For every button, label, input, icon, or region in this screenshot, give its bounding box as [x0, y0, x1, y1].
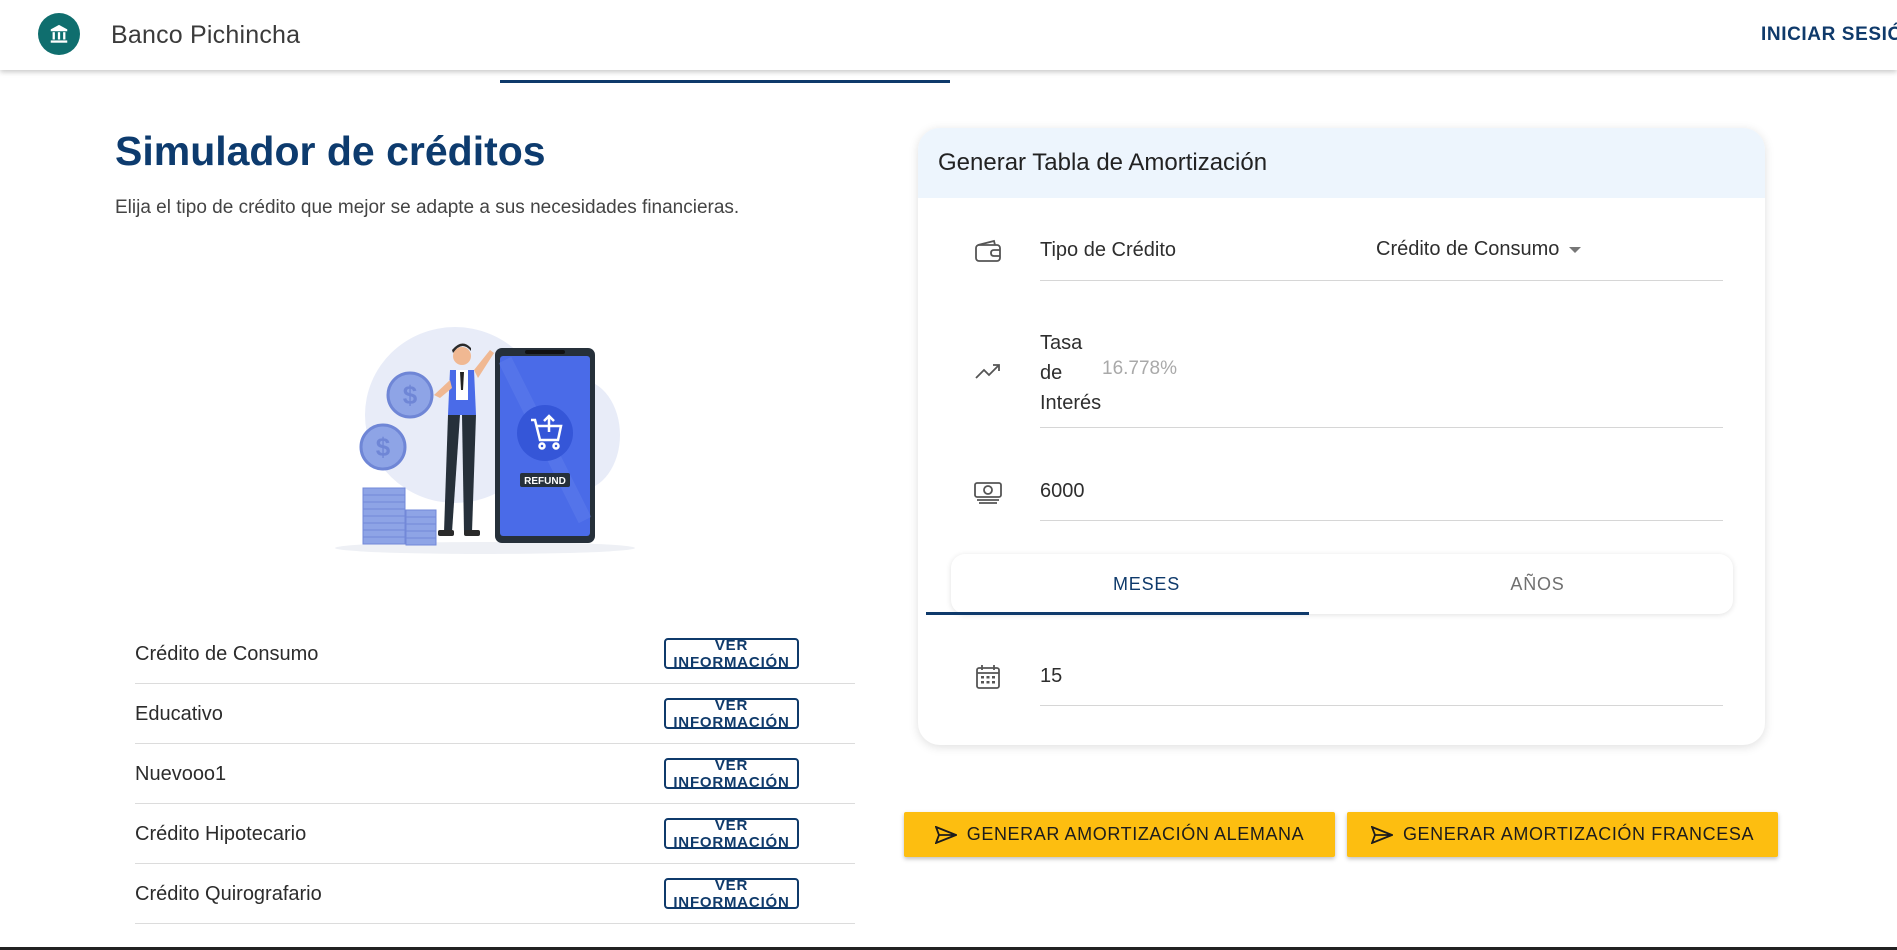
generate-german-amortization-button[interactable]: GENERAR AMORTIZACIÓN ALEMANA: [904, 812, 1335, 857]
credit-name: Crédito de Consumo: [135, 643, 319, 665]
amount-divider: [1040, 520, 1723, 521]
list-item: Crédito Quirografario VER INFORMACIÓN: [135, 864, 855, 924]
credit-name: Crédito Hipotecario: [135, 823, 307, 845]
send-icon: [934, 825, 957, 844]
bank-icon[interactable]: [38, 13, 80, 55]
tab-years[interactable]: AÑOS: [1342, 554, 1733, 614]
list-item: Educativo VER INFORMACIÓN: [135, 684, 855, 744]
refund-label: REFUND: [524, 476, 566, 487]
credit-type-divider: [1040, 280, 1723, 281]
credit-name: Crédito Quirografario: [135, 883, 322, 905]
brand-name: Banco Pichincha: [111, 21, 301, 49]
top-app-bar: Banco Pichincha INICIAR SESIÓN: [0, 0, 1897, 70]
wallet-icon: [973, 236, 1003, 266]
list-item: Crédito Hipotecario VER INFORMACIÓN: [135, 804, 855, 864]
generate-french-label: GENERAR AMORTIZACIÓN FRANCESA: [1402, 824, 1755, 844]
page-subtitle: Elija el tipo de crédito que mejor se ad…: [115, 197, 740, 218]
nav-active-indicator: [500, 80, 950, 83]
tab-months[interactable]: MESES: [951, 554, 1342, 614]
credit-list: Crédito de Consumo VER INFORMACIÓN Educa…: [135, 624, 855, 924]
list-item: Nuevooo1 VER INFORMACIÓN: [135, 744, 855, 804]
chevron-down-icon: [1569, 246, 1582, 253]
generate-french-amortization-button[interactable]: GENERAR AMORTIZACIÓN FRANCESA: [1347, 812, 1778, 857]
login-button[interactable]: INICIAR SESIÓN: [1761, 24, 1897, 46]
credit-type-value: Crédito de Consumo: [1376, 238, 1560, 260]
money-icon: [973, 477, 1003, 507]
credit-type-select[interactable]: Crédito de Consumo: [1376, 238, 1582, 261]
amortization-card: Generar Tabla de Amortización Tipo de Cr…: [918, 128, 1765, 745]
generate-german-label: GENERAR AMORTIZACIÓN ALEMANA: [966, 824, 1305, 844]
view-info-button[interactable]: VER INFORMACIÓN: [664, 697, 799, 731]
amount-input[interactable]: 6000: [1040, 480, 1085, 503]
trending-up-icon: [973, 356, 1003, 386]
credit-illustration: $ $ REFUND: [335, 327, 635, 554]
view-info-button[interactable]: VER INFORMACIÓN: [664, 757, 799, 791]
list-item: Crédito de Consumo VER INFORMACIÓN: [135, 624, 855, 684]
term-divider: [1040, 705, 1723, 706]
interest-rate-label: Tasa de Interés: [1040, 332, 1102, 414]
term-input[interactable]: 15: [1040, 665, 1062, 688]
svg-text:$: $: [403, 380, 418, 410]
send-icon: [1370, 825, 1393, 844]
view-info-button[interactable]: VER INFORMACIÓN: [664, 817, 799, 851]
interest-rate-input[interactable]: 16.778%: [1102, 358, 1177, 380]
svg-text:$: $: [376, 432, 391, 462]
calendar-icon: [973, 662, 1003, 692]
tab-active-indicator: [926, 612, 1309, 615]
view-info-button[interactable]: VER INFORMACIÓN: [664, 637, 799, 671]
view-info-button[interactable]: VER INFORMACIÓN: [664, 877, 799, 911]
credit-type-label: Tipo de Crédito: [1040, 239, 1176, 261]
credit-name: Nuevooo1: [135, 763, 227, 785]
page-title: Simulador de créditos: [115, 128, 546, 174]
card-title: Generar Tabla de Amortización: [938, 149, 1268, 176]
interest-rate-divider: [1040, 427, 1723, 428]
term-unit-tabs: MESES AÑOS: [951, 554, 1733, 614]
credit-name: Educativo: [135, 703, 223, 725]
card-header: Generar Tabla de Amortización: [918, 128, 1765, 198]
